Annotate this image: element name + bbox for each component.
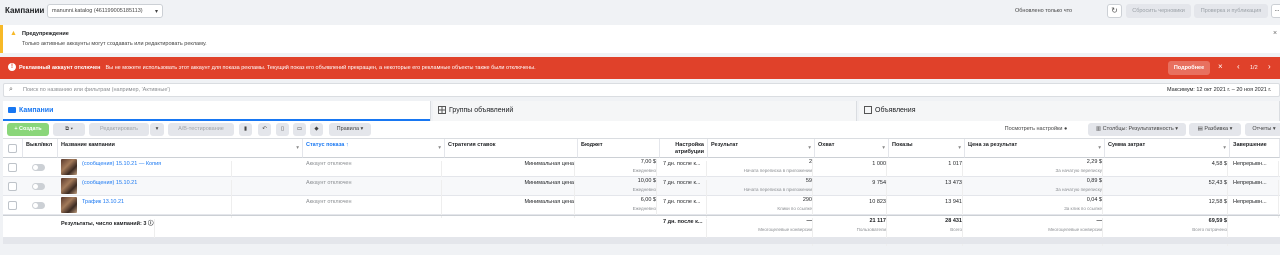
col-impressions[interactable]: Показы ▾ bbox=[889, 139, 965, 158]
col-status[interactable]: Статус показа ↑ ▾ bbox=[303, 139, 445, 158]
undo-icon[interactable]: ↶ bbox=[258, 123, 271, 136]
campaign-table: Выкл/вкл Название кампании ▾ Статус показ… bbox=[3, 139, 1280, 246]
columns-dropdown[interactable]: ▥ Столбцы: Результативность ▾ bbox=[1088, 123, 1186, 136]
delivery-toggle[interactable] bbox=[32, 202, 45, 209]
search-input[interactable]: Поиск по названию или фильтрам (например… bbox=[23, 87, 170, 93]
error-banner: ! Рекламный аккаунт отключен Вы не можете… bbox=[0, 57, 1280, 79]
row-checkbox[interactable] bbox=[8, 163, 17, 172]
warning-title: Предупреждение bbox=[22, 31, 69, 37]
details-button[interactable]: Подробнее bbox=[1168, 61, 1210, 75]
col-bid[interactable]: Стратегия ставок bbox=[445, 139, 578, 158]
cell-result_sub: Начата переписка в приложении bbox=[711, 168, 813, 176]
ad-icon bbox=[864, 106, 872, 114]
search-bar[interactable]: ⌕ Поиск по названию или фильтрам (наприм… bbox=[3, 83, 1280, 97]
toolbar: + Создать ⧉ ▾ Редактировать ▾ А/B-тестир… bbox=[3, 121, 1280, 139]
row-checkbox[interactable] bbox=[8, 182, 17, 191]
cell-budget_sub: Ежедневно bbox=[581, 187, 657, 195]
col-cost-per-result[interactable]: Цена за результат ▾ bbox=[965, 139, 1105, 158]
chevron-down-icon: ▾ bbox=[154, 9, 158, 15]
folder-icon bbox=[8, 107, 16, 113]
breakdown-dropdown[interactable]: ▤ Разбивка ▾ bbox=[1189, 123, 1241, 136]
campaign-thumbnail bbox=[61, 178, 77, 194]
cell-budget_sub: Ежедневно bbox=[581, 206, 657, 214]
tab-ads[interactable]: Объявления bbox=[859, 101, 1280, 121]
banner-pager: 1/2 bbox=[1250, 65, 1258, 71]
totals-attribution: 7 дн. после к... bbox=[663, 219, 707, 238]
info-icon: ⓘ bbox=[148, 221, 154, 227]
select-all-header[interactable] bbox=[3, 139, 23, 158]
select-all-checkbox[interactable] bbox=[8, 144, 17, 153]
top-bar: Кампании manunni.katalog (46119900518511… bbox=[0, 0, 1280, 22]
account-name: manunni.katalog (461199005185113) bbox=[52, 8, 143, 14]
col-end[interactable]: Завершение bbox=[1230, 139, 1280, 158]
horizontal-scrollbar[interactable] bbox=[3, 238, 1280, 244]
col-reach[interactable]: Охват ▾ bbox=[815, 139, 889, 158]
level-tabs: Кампании Группы объявлений Объявления bbox=[3, 101, 1280, 121]
close-icon[interactable]: × bbox=[1218, 62, 1223, 71]
cell-cpr_sub: За клик по ссылке bbox=[968, 206, 1103, 214]
delivery-toggle[interactable] bbox=[32, 164, 45, 171]
page-title: Кампании bbox=[5, 6, 45, 15]
delivery-toggle[interactable] bbox=[32, 183, 45, 190]
close-icon[interactable]: × bbox=[1273, 30, 1277, 37]
warning-icon: ▲ bbox=[10, 30, 17, 37]
refresh-icon[interactable]: ↻ bbox=[1107, 4, 1122, 18]
totals-label: Результаты, число кампаний: 3 ⓘ bbox=[61, 219, 155, 238]
error-text: Вы не можете использовать этот аккаунт д… bbox=[105, 65, 536, 71]
chevron-left-icon[interactable]: ‹ bbox=[1237, 62, 1240, 71]
cell-result_sub: Начата переписка в приложении bbox=[711, 187, 813, 195]
col-result[interactable]: Результат ▾ bbox=[708, 139, 815, 158]
col-budget[interactable]: Бюджет bbox=[578, 139, 660, 158]
duplicate-button[interactable]: ⧉ ▾ bbox=[53, 123, 85, 136]
tag-icon[interactable]: ◆ bbox=[310, 123, 323, 136]
cell-cpr_sub: За начатую переписку bbox=[968, 168, 1103, 176]
trash-icon[interactable]: ▮ bbox=[239, 123, 252, 136]
error-title: Рекламный аккаунт отключен bbox=[19, 65, 101, 71]
totals-row: Результаты, число кампаний: 3 ⓘ 7 дн. по… bbox=[3, 215, 1280, 246]
table-row[interactable]: (сообщения) 15.10.21 Аккаунт отключен Мини… bbox=[3, 177, 1280, 199]
col-name[interactable]: Название кампании ▾ bbox=[58, 139, 303, 158]
row-checkbox[interactable] bbox=[8, 201, 17, 210]
search-icon: ⌕ bbox=[9, 86, 13, 93]
warning-banner: ▲ Предупреждение Только активные аккаунт… bbox=[0, 25, 1280, 53]
review-publish-button[interactable]: Проверка и публикация bbox=[1194, 4, 1268, 18]
error-icon: ! bbox=[8, 63, 16, 71]
create-button[interactable]: + Создать bbox=[7, 123, 49, 136]
grid-icon bbox=[438, 106, 446, 114]
tab-adsets[interactable]: Группы объявлений bbox=[433, 101, 857, 121]
date-range-picker[interactable]: Максимум: 12 окт 2021 г. – 20 ноя 2021 г… bbox=[1167, 87, 1271, 93]
table-row[interactable]: Трафик 13.10.21 Аккаунт отключен Минимальн… bbox=[3, 196, 1280, 218]
col-onoff[interactable]: Выкл/вкл bbox=[23, 139, 58, 158]
warning-text: Только активные аккаунты могут создавать… bbox=[22, 41, 207, 47]
discard-drafts-button[interactable]: Сбросить черновики bbox=[1126, 4, 1191, 18]
delete-icon[interactable]: ▯ bbox=[276, 123, 289, 136]
updated-status: Обновлено только что bbox=[1015, 8, 1073, 14]
rules-dropdown[interactable]: Правила ▾ bbox=[329, 123, 371, 136]
view-settings-toggle[interactable]: Посмотреть настройки ● bbox=[1001, 123, 1071, 136]
chevron-down-icon[interactable]: ▾ bbox=[150, 123, 164, 136]
col-spend[interactable]: Сумма затрат ▾ bbox=[1105, 139, 1230, 158]
campaign-thumbnail bbox=[61, 197, 77, 213]
tab-campaigns[interactable]: Кампании bbox=[3, 101, 431, 121]
chevron-right-icon[interactable]: › bbox=[1268, 62, 1271, 71]
account-selector[interactable]: manunni.katalog (461199005185113) ▾ bbox=[47, 4, 163, 18]
campaign-thumbnail bbox=[61, 159, 77, 175]
more-options-button[interactable]: ... bbox=[1271, 4, 1280, 18]
col-attribution[interactable]: Настройка атрибуции bbox=[660, 139, 708, 158]
cell-result_sub: Клики по ссылке bbox=[711, 206, 813, 214]
cell-cpr_sub: За начатую переписку bbox=[968, 187, 1103, 195]
edit-button[interactable]: Редактировать bbox=[89, 123, 149, 136]
ab-test-button[interactable]: А/B-тестирование bbox=[168, 123, 234, 136]
table-row[interactable]: (сообщения) 15.10.21 — Копия Аккаунт откл… bbox=[3, 158, 1280, 180]
reports-dropdown[interactable]: Отчеты ▾ bbox=[1245, 123, 1280, 136]
preview-icon[interactable]: ▭ bbox=[293, 123, 306, 136]
cell-budget_sub: Ежедневно bbox=[581, 168, 657, 176]
